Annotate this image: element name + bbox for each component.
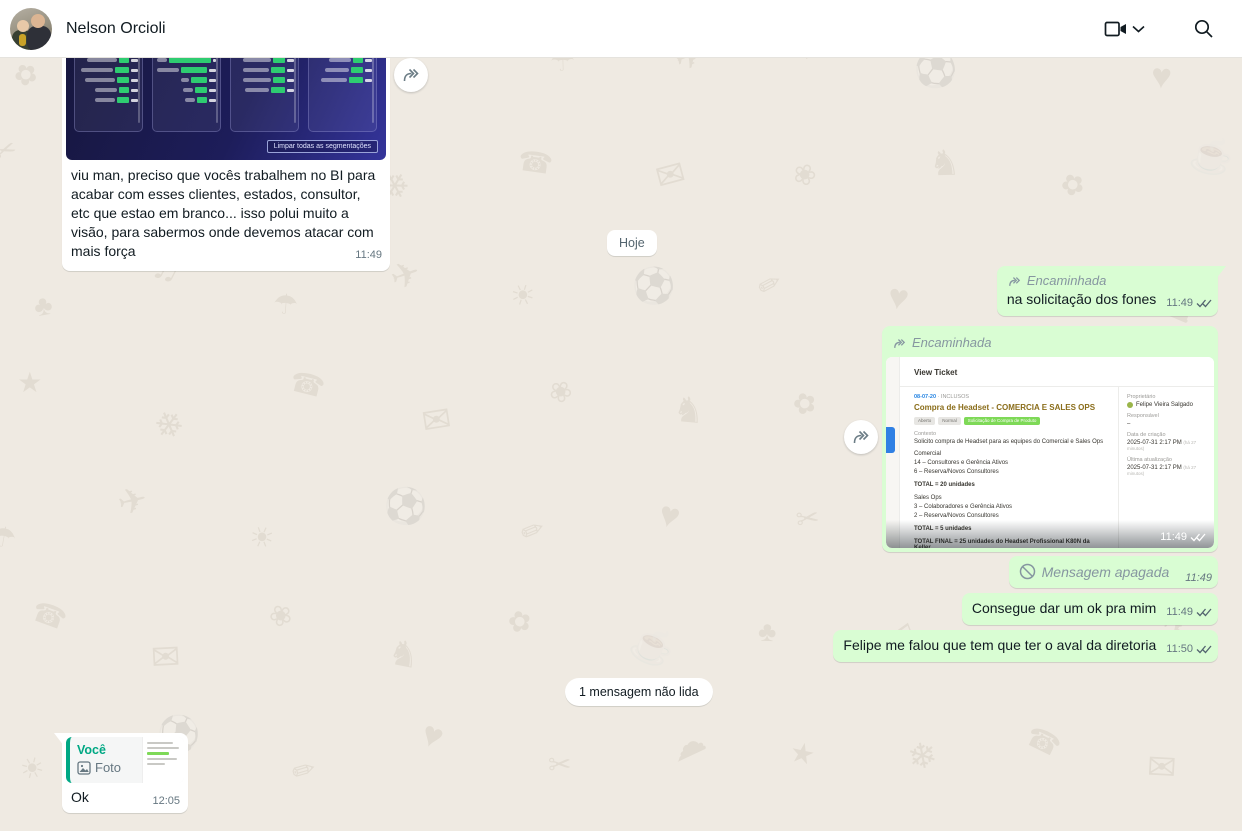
message-outgoing-text[interactable]: Consegue dar um ok pra mim 11:49 [962,593,1218,625]
double-check-icon [1190,532,1206,543]
forwarded-arrow-icon [892,337,907,350]
double-check-icon [1196,607,1212,618]
message-text: na solicitação dos fones [1007,291,1156,307]
forwarded-arrow-icon [1007,275,1022,288]
ticket-assignee: – [1127,421,1206,427]
ticket-blue-marker [886,427,895,453]
message-incoming-image-text[interactable]: Limpar todas as segmentações viu man, pr… [62,58,390,271]
quote-thumbnail [142,737,184,783]
contact-avatar[interactable] [10,8,52,50]
ticket-page-title: View Ticket [914,368,957,377]
message-incoming-reply[interactable]: Você Foto [62,733,188,813]
bi-dashboard-image[interactable]: Limpar todas as segmentações [66,58,386,160]
message-outgoing-forwarded-image[interactable]: Encaminhada View Ticket 08-07-20 · INCLU… [882,326,1218,552]
message-time: 11:49 [355,249,382,262]
forward-icon [851,428,871,446]
chevron-down-icon [1132,25,1145,33]
message-time: 11:49 [1166,297,1212,310]
quote-media-kind: Foto [95,760,121,775]
ticket-updated: 2025-07-31 2:17 PM (há 27 minutos) [1127,465,1206,477]
forward-message-button[interactable] [394,58,428,92]
forward-message-button[interactable] [844,420,878,454]
ticket-context: Solicito compra de Headset para as equip… [914,439,1108,445]
ticket-screenshot-image[interactable]: View Ticket 08-07-20 · INCLUSOS Compra d… [886,357,1214,548]
ticket-created-label: Data de criação [1127,432,1206,438]
ticket-owner-label: Proprietário [1127,394,1206,400]
search-icon [1193,18,1214,39]
video-camera-icon [1104,19,1128,39]
message-text: Consegue dar um ok pra mim [972,600,1156,616]
ticket-title: Compra de Headset - COMERCIA E SALES OPS [914,403,1108,412]
forwarded-label: Encaminhada [912,334,992,352]
chat-header: Nelson Orcioli [0,0,1242,58]
double-check-icon [1196,644,1212,655]
unread-messages-divider: 1 mensagem não lida [565,678,713,706]
message-list: ✿☕♣♫☂✈☀⚽✏♥✂☁★❄☎✉❀♞✿☕♣♫☂✈☀⚽✏♥✂☁★❄☎✉❀♞✿☕♣♫… [0,58,1242,831]
ticket-tags: AbertoNormalSolicitação de Compra de Pro… [914,417,1108,425]
message-outgoing-deleted[interactable]: Mensagem apagada 11:49 [1009,556,1218,588]
forwarded-label: Encaminhada [1027,272,1107,290]
message-text: Ok [71,788,89,807]
double-check-icon [1196,298,1212,309]
ticket-owner: Felipe Vieira Salgado [1127,402,1206,408]
ticket-assignee-label: Responsável [1127,413,1206,419]
dashboard-panels [74,58,377,132]
ticket-context-label: Contexto [914,431,1108,437]
date-divider: Hoje [607,230,657,256]
prohibited-icon [1019,563,1036,580]
message-time: 11:49 [1185,572,1212,585]
whatsapp-chat-window: Nelson Orcioli [0,0,1242,831]
ticket-updated-label: Última atualização [1127,457,1206,463]
message-text: viu man, preciso que vocês trabalhem no … [71,167,375,259]
ticket-created: 2025-07-31 2:17 PM (há 27 minutos) [1127,440,1206,452]
message-time: 12:05 [152,795,180,807]
message-outgoing-text[interactable]: Felipe me falou que tem que ter o aval d… [833,630,1218,662]
video-call-button[interactable] [1096,15,1153,43]
quoted-message[interactable]: Você Foto [66,737,184,783]
dashboard-clear-filters-button: Limpar todas as segmentações [267,140,378,153]
ticket-ref: 08-07-20 · INCLUSOS [914,394,1108,400]
quote-author: Você [77,743,136,757]
contact-name[interactable]: Nelson Orcioli [66,20,166,38]
search-button[interactable] [1187,12,1220,45]
owner-avatar [1127,402,1133,408]
deleted-message-text: Mensagem apagada [1042,564,1170,580]
message-time: 11:49 [1166,606,1212,619]
message-text: Felipe me falou que tem que ter o aval d… [843,637,1156,653]
forward-icon [401,66,421,84]
image-message-time: 11:49 [886,520,1214,548]
photo-icon [77,761,91,775]
message-time: 11:50 [1166,643,1212,656]
message-outgoing-forwarded-text[interactable]: Encaminhada na solicitação dos fones 11:… [997,266,1218,316]
